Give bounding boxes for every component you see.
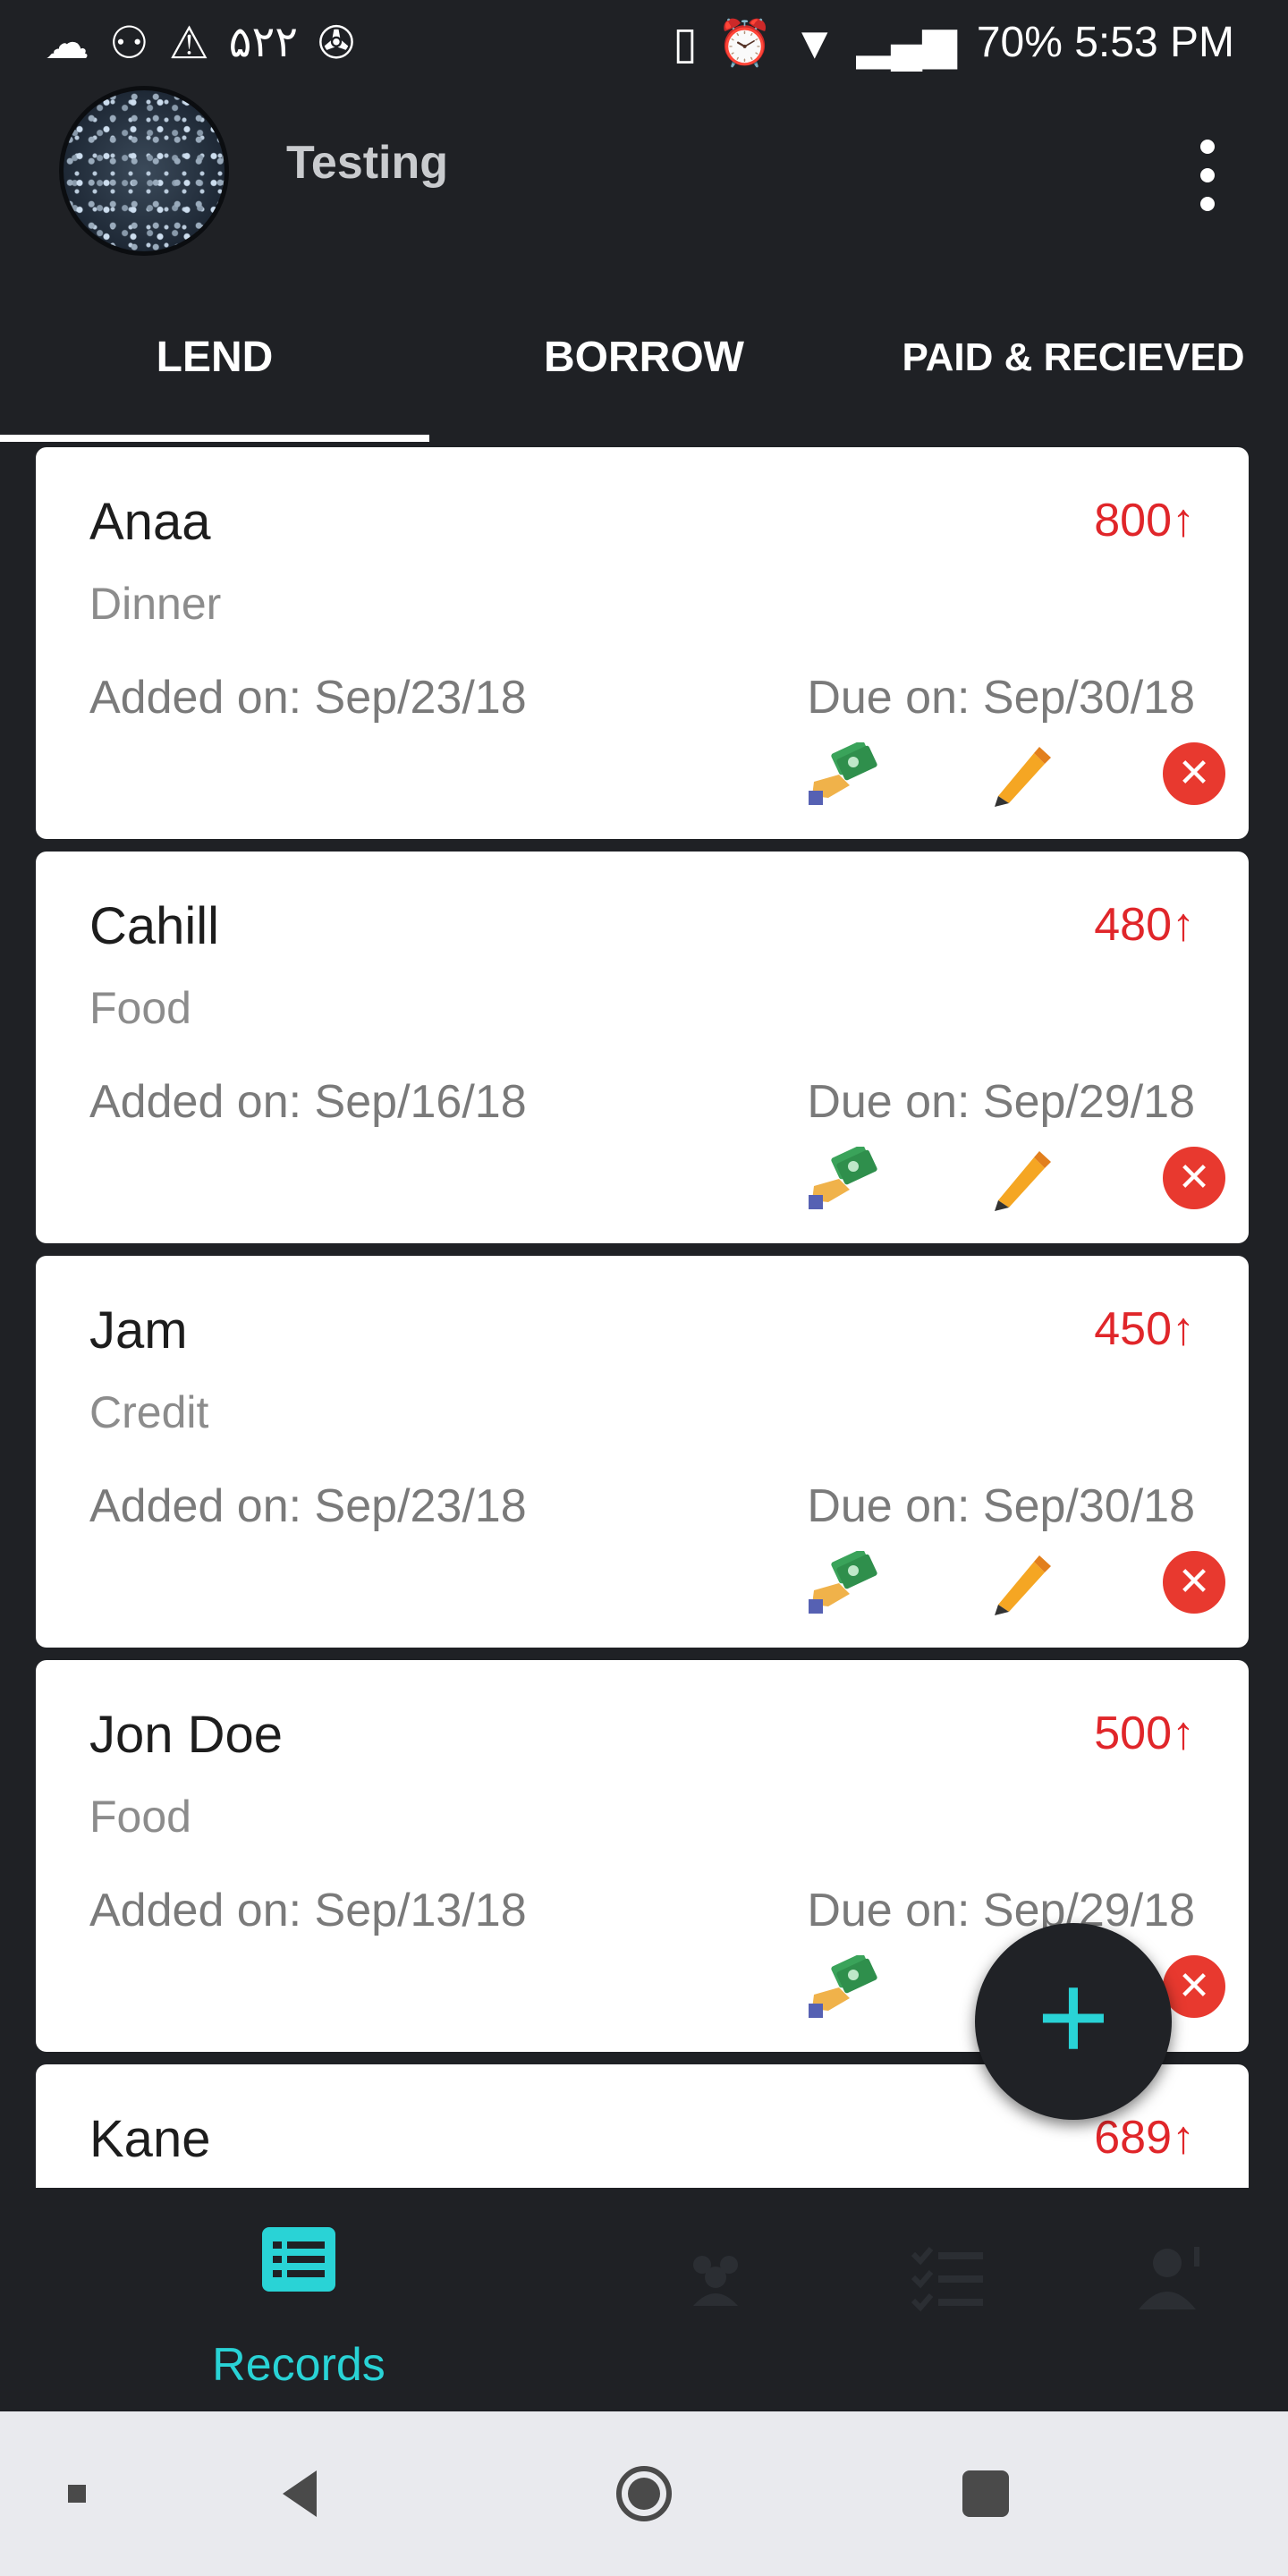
records-icon <box>262 2227 335 2292</box>
pay-money-icon[interactable] <box>809 742 880 807</box>
weather-icon: ☁ <box>45 18 89 68</box>
record-actions: ✕ <box>769 1551 1225 1623</box>
delete-icon[interactable]: ✕ <box>1163 742 1225 805</box>
record-card[interactable]: Jam 450↑ Credit Added on: Sep/23/18 Due … <box>36 1256 1249 1648</box>
pay-money-icon[interactable] <box>809 1147 880 1211</box>
avatar[interactable] <box>59 86 229 256</box>
pay-money-icon[interactable] <box>809 1551 880 1615</box>
status-bar: ☁ ⚇ ⚠ ۵۲۲ ✇ ▯ ⏰ ▼ ▂▄▆ 70% 5:53 PM <box>0 0 1288 86</box>
status-right-text: 70% 5:53 PM <box>976 19 1234 66</box>
record-card[interactable]: Cahill 480↑ Food Added on: Sep/16/18 Due… <box>36 852 1249 1243</box>
edit-icon[interactable] <box>984 1147 1055 1211</box>
vibrate-icon: ▯ <box>673 18 698 68</box>
record-added-date: Added on: Sep/13/18 <box>89 1885 527 1936</box>
record-name: Kane <box>89 2110 211 2168</box>
record-added-date: Added on: Sep/23/18 <box>89 672 527 724</box>
add-record-button[interactable]: + <box>975 1923 1172 2120</box>
record-name: Jon Doe <box>89 1706 284 1764</box>
nav-profile[interactable] <box>1064 2224 1279 2367</box>
record-added-date: Added on: Sep/16/18 <box>89 1076 527 1128</box>
system-navigation-bar <box>0 2411 1288 2576</box>
delete-icon[interactable]: ✕ <box>1163 1955 1225 2018</box>
record-due-date: Due on: Sep/30/18 <box>807 1480 1195 1532</box>
delete-icon[interactable]: ✕ <box>1163 1147 1225 1209</box>
record-due-date: Due on: Sep/29/18 <box>807 1885 1195 1936</box>
tab-borrow[interactable]: BORROW <box>429 313 859 402</box>
record-due-date: Due on: Sep/30/18 <box>807 672 1195 724</box>
record-name: Anaa <box>89 493 211 551</box>
nav-records-label: Records <box>212 2339 386 2391</box>
alarm-icon: ⏰ <box>716 18 773 68</box>
menu-square-icon[interactable] <box>41 2458 113 2529</box>
more-options-icon[interactable] <box>1190 140 1225 211</box>
record-amount: 500↑ <box>1094 1707 1195 1759</box>
profile-icon <box>1139 2247 1199 2309</box>
pay-money-icon[interactable] <box>809 1955 880 2020</box>
edit-icon[interactable] <box>984 1551 1055 1615</box>
activity-icon: ⚇ <box>109 18 149 68</box>
record-due-date: Due on: Sep/29/18 <box>807 1076 1195 1128</box>
tab-lend[interactable]: LEND <box>0 313 429 402</box>
record-category: Dinner <box>89 579 222 629</box>
record-name: Cahill <box>89 897 220 955</box>
signal-icon: ▂▄▆ <box>856 18 957 68</box>
page-title: Testing <box>286 137 449 189</box>
warning-icon: ⚠ <box>168 18 209 68</box>
tab-paid-received[interactable]: PAID & RECIEVED <box>859 313 1288 402</box>
group-icon <box>693 2256 738 2306</box>
toolbar: Testing <box>0 86 1288 265</box>
wifi-icon: ▼ <box>792 18 837 68</box>
record-category: Food <box>89 983 191 1033</box>
record-amount: 480↑ <box>1094 899 1195 951</box>
home-icon[interactable] <box>608 2458 680 2529</box>
record-amount: 689↑ <box>1094 2112 1195 2164</box>
bottom-navigation: Records <box>0 2188 1288 2391</box>
recents-icon[interactable] <box>950 2458 1021 2529</box>
nav-records[interactable]: Records <box>191 2224 406 2391</box>
status-left-text: ۵۲۲ <box>228 19 298 66</box>
record-actions: ✕ <box>769 742 1225 814</box>
android-debug-icon: ✇ <box>318 18 355 68</box>
record-category: Food <box>89 1792 191 1842</box>
record-amount: 450↑ <box>1094 1303 1195 1355</box>
record-amount: 800↑ <box>1094 495 1195 547</box>
tab-indicator <box>0 435 429 442</box>
back-icon[interactable] <box>265 2458 336 2529</box>
tab-bar: LEND BORROW PAID & RECIEVED <box>0 313 1288 444</box>
record-category: Credit <box>89 1387 209 1437</box>
record-name: Jam <box>89 1301 188 1360</box>
record-added-date: Added on: Sep/23/18 <box>89 1480 527 1532</box>
record-actions: ✕ <box>769 1147 1225 1218</box>
record-card[interactable]: Anaa 800↑ Dinner Added on: Sep/23/18 Due… <box>36 447 1249 839</box>
edit-icon[interactable] <box>984 742 1055 807</box>
nav-group[interactable] <box>608 2224 823 2367</box>
checklist-icon <box>911 2247 983 2312</box>
delete-icon[interactable]: ✕ <box>1163 1551 1225 1614</box>
nav-checklist[interactable] <box>841 2224 1055 2367</box>
